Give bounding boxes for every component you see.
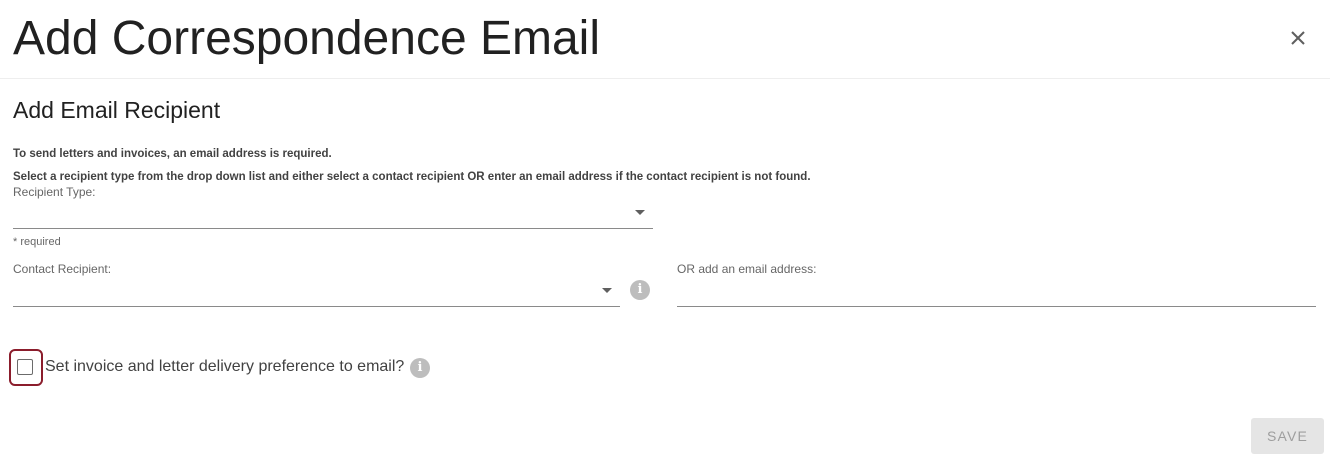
delivery-preference-info-icon[interactable]: i [410,358,430,378]
instructions-note: Select a recipient type from the drop do… [13,171,811,183]
contact-recipient-info-icon[interactable]: i [630,280,650,300]
email-address-label: OR add an email address: [677,262,817,276]
header-divider [0,78,1330,79]
delivery-preference-label[interactable]: Set invoice and letter delivery preferen… [45,358,404,376]
recipient-type-hint: * required [13,236,61,248]
required-note: To send letters and invoices, an email a… [13,148,332,160]
contact-recipient-label: Contact Recipient: [13,262,112,276]
checkbox-box [17,359,33,375]
chevron-down-icon [602,288,612,293]
section-title: Add Email Recipient [13,97,221,123]
dialog-title: Add Correspondence Email [13,12,600,65]
recipient-type-select[interactable] [13,202,653,229]
chevron-down-icon [635,210,645,215]
recipient-type-label: Recipient Type: [13,185,96,199]
close-icon[interactable] [1287,27,1309,49]
email-address-input[interactable] [677,280,1316,307]
delivery-preference-checkbox[interactable] [9,349,43,386]
contact-recipient-select[interactable] [13,280,620,307]
save-button[interactable]: SAVE [1251,418,1324,454]
